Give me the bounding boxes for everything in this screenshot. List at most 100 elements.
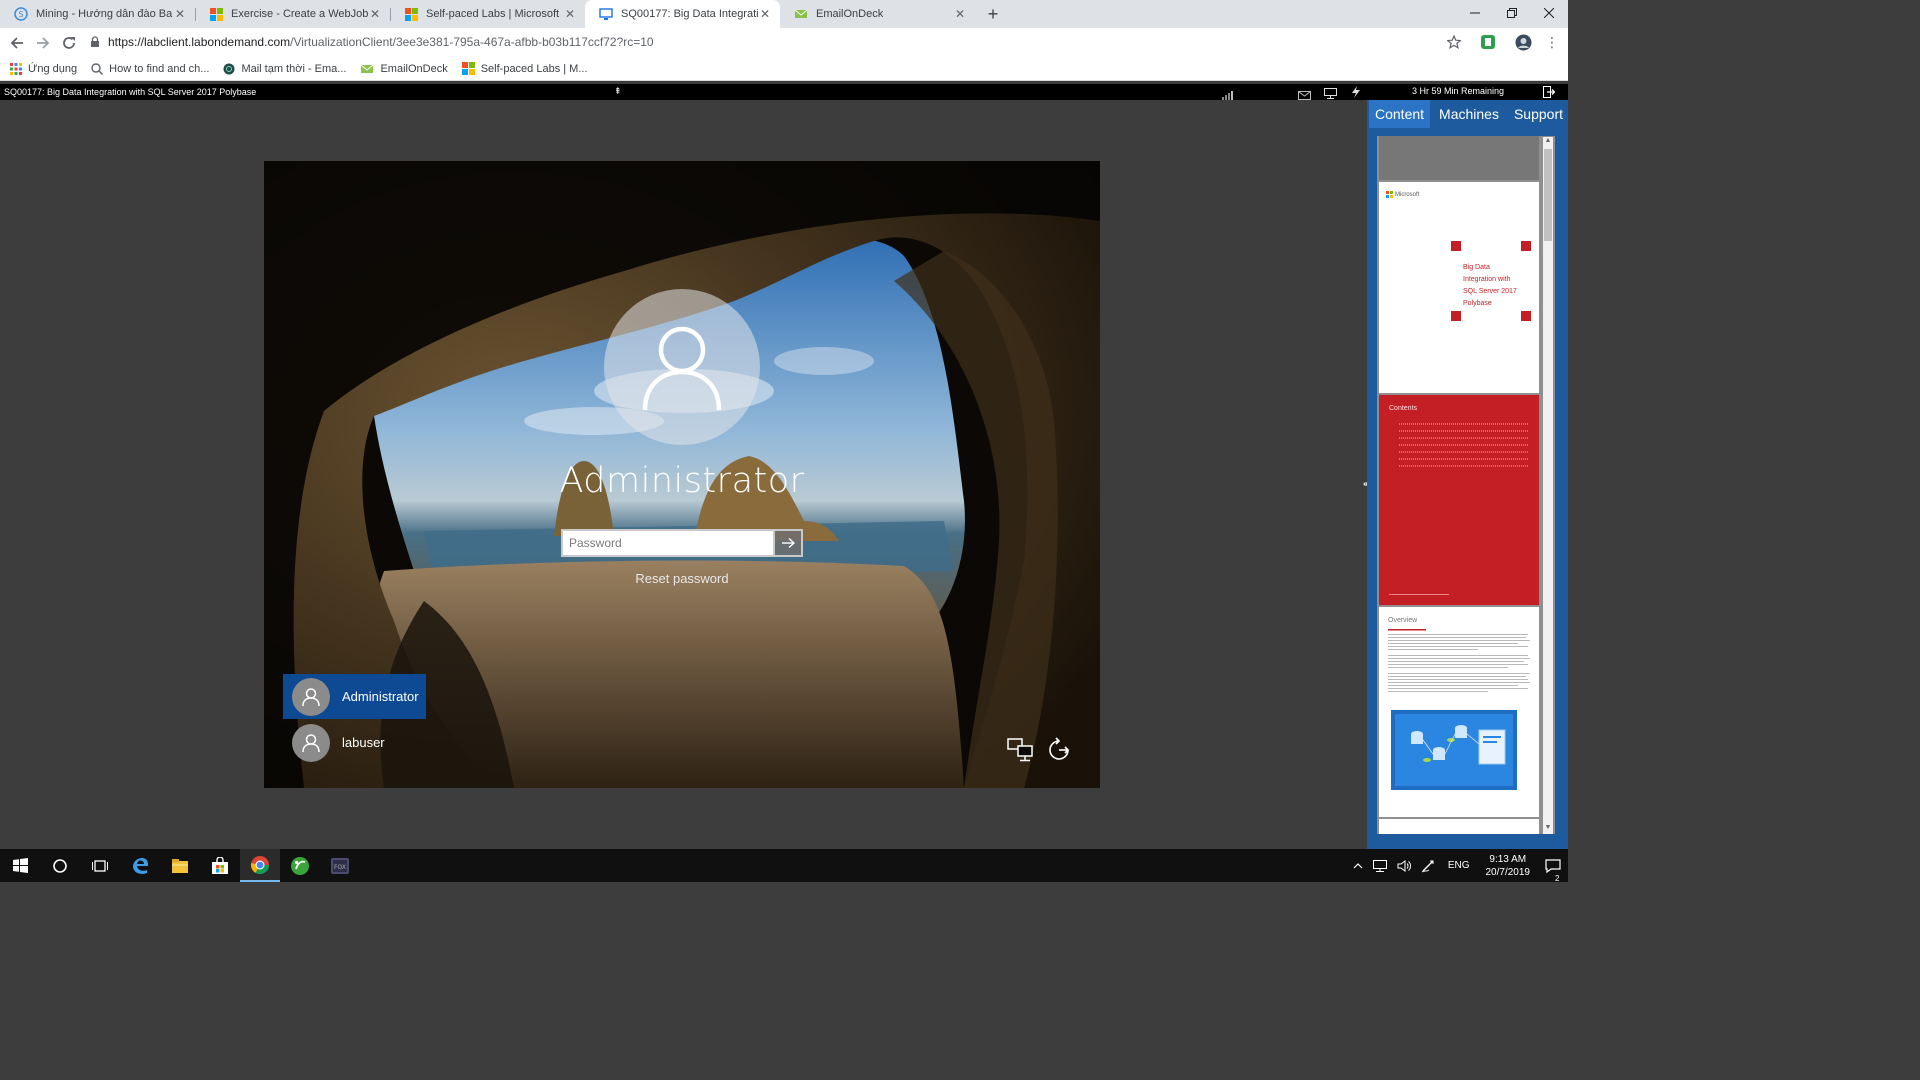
user-tile-administrator[interactable]: Administrator [283,674,426,719]
menu-kebab-icon[interactable]: ⋮ [1545,34,1559,50]
chrome-button[interactable] [240,849,280,882]
search-icon [91,62,104,75]
tab-machines[interactable]: Machines [1433,100,1505,128]
time-remaining: 3 Hr 59 Min Remaining [1412,86,1505,96]
back-button[interactable] [4,30,30,56]
green-app-button[interactable] [280,849,320,882]
tab-close-icon[interactable]: ✕ [563,7,577,21]
doc-red-square [1521,241,1531,251]
bookmark-label: Ứng dụng [28,62,78,75]
browser-tab-mining[interactable]: S Mining - Hướng dẫn đào Banano ✕ [0,0,195,28]
bookmark-label: Mail tạm thời - Ema... [241,62,347,75]
scroll-down-icon[interactable]: ▼ [1543,824,1553,834]
restore-window-button[interactable] [1493,0,1531,26]
network-tray-icon[interactable] [1368,859,1392,872]
browser-tab-self-paced-labs[interactable]: Self-paced Labs | Microsoft ✕ [390,0,585,28]
remote-session-screen[interactable]: Administrator Password Reset password Ad… [264,161,1100,788]
minimize-window-button[interactable] [1456,0,1494,26]
bookmark-how-to-find[interactable]: How to find and ch... [91,63,209,75]
browser-tab-sq00177[interactable]: SQ00177: Big Data Integration with ✕ [585,0,780,28]
show-hidden-icons-button[interactable] [1348,862,1368,869]
file-explorer-button[interactable] [160,849,200,882]
edge-browser-button[interactable] [120,849,160,882]
password-input[interactable]: Password [561,529,775,557]
emailondeck-icon [794,7,808,21]
volume-icon[interactable] [1392,859,1416,872]
tab-title: Exercise - Create a WebJob using [231,8,368,20]
mail-icon[interactable] [1298,87,1311,105]
profile-avatar-icon[interactable] [1515,34,1532,56]
signal-strength-icon [1222,87,1236,105]
search-button[interactable] [40,849,80,882]
reset-password-link[interactable]: Reset password [264,571,1100,586]
scroll-up-icon[interactable]: ▲ [1543,137,1553,147]
power-bolt-icon[interactable] [1351,85,1361,103]
microsoft-logo-icon [1386,191,1393,198]
user-silhouette-icon [302,733,320,752]
arrow-right-icon [782,537,795,549]
task-view-button[interactable] [80,849,120,882]
panel-tabs: Content Machines Support [1367,100,1568,128]
system-clock[interactable]: 9:13 AM 20/7/2019 [1478,853,1539,879]
new-tab-button[interactable]: + [979,0,1007,28]
clock-date: 20/7/2019 [1485,866,1531,878]
tab-content[interactable]: Content [1369,100,1431,128]
input-language[interactable]: ENG [1440,860,1478,871]
browser-tab-strip: S Mining - Hướng dẫn đào Banano ✕ Exerci… [0,0,1568,28]
notification-icon [1545,858,1561,873]
bookmark-star-icon[interactable] [1446,34,1462,54]
close-window-button[interactable] [1530,0,1568,26]
tab-close-icon[interactable]: ✕ [368,7,382,21]
microsoft-logo-icon [209,7,223,21]
doc-architecture-diagram [1391,710,1517,790]
lock-icon [90,36,100,48]
pen-icon[interactable] [1416,859,1440,873]
start-button[interactable] [0,849,40,882]
doc-overview-heading: Overview [1388,617,1418,624]
apps-grid-icon [10,62,22,75]
tab-support[interactable]: Support [1508,100,1569,128]
network-icon [1007,738,1033,762]
doc-contents-lines [1399,423,1529,467]
bookmark-label: EmailOnDeck [380,62,448,75]
lab-document-viewer[interactable]: Microsoft Big Data Integration with SQL … [1377,136,1555,834]
user-avatar-small [292,723,330,762]
session-margin [1100,161,1362,788]
store-button[interactable] [200,849,240,882]
pin-icon[interactable]: ⇞ [614,86,622,97]
bookmark-self-paced-labs[interactable]: Self-paced Labs | M... [461,62,588,75]
monitor-icon[interactable] [1324,86,1337,104]
reload-icon [63,36,75,49]
submit-password-button[interactable] [775,529,803,557]
tab-close-icon[interactable]: ✕ [173,7,187,21]
forward-button[interactable] [30,30,56,56]
extension-icon[interactable] [1480,34,1496,55]
tab-close-icon[interactable]: ✕ [758,7,772,21]
bookmark-apps[interactable]: Ứng dụng [10,62,78,75]
user-silhouette-icon [642,326,722,411]
browser-tab-emailondeck[interactable]: EmailOnDeck ✕ [780,0,975,28]
vm-app-button[interactable]: FOX [320,849,360,882]
windows-taskbar: FOX ENG 9:13 AM 20/7/2019 2 [0,849,1568,883]
browser-tab-exercise[interactable]: Exercise - Create a WebJob using ✕ [195,0,390,28]
user-avatar-small [292,677,330,716]
reload-button[interactable] [56,30,82,56]
tab-close-icon[interactable]: ✕ [953,7,967,21]
notification-count: 2 [1555,873,1560,883]
url-host: https://labclient.labondemand.com [108,35,291,49]
user-tile-labuser[interactable]: labuser [283,720,426,765]
action-center-button[interactable]: 2 [1538,858,1568,883]
doc-scrollbar[interactable]: ▲ ▼ [1543,137,1553,834]
doc-body-text-lines [1388,629,1530,692]
user-tile-label: Administrator [342,689,419,704]
doc-cover-title: Big Data Integration with SQL Server 201… [1463,264,1517,307]
scrollbar-thumb[interactable] [1544,149,1552,241]
chevron-up-icon [1353,862,1363,868]
ease-of-access-button[interactable] [1045,737,1075,763]
doc-red-square [1521,311,1531,321]
network-button[interactable] [1006,737,1036,763]
bookmark-mail-tam-thoi[interactable]: Mail tạm thời - Ema... [223,63,346,75]
address-bar[interactable]: https://labclient.labondemand.com/Virtua… [90,30,1468,54]
tab-title: Self-paced Labs | Microsoft [426,8,560,20]
bookmark-emailondeck[interactable]: EmailOnDeck [360,62,448,75]
